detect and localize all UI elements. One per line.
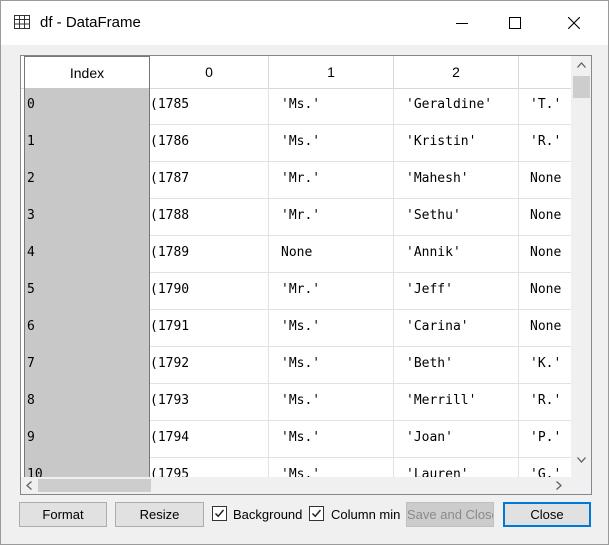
dataframe-table[interactable]: 0 1 2 Index 0 (1785 'Ms.' 'Geraldine' 'T.' 1(…	[20, 55, 592, 495]
close-window-button[interactable]	[551, 1, 597, 45]
table-cell[interactable]: 'Jeff'	[394, 273, 519, 310]
row-index-cell: 3	[27, 208, 35, 223]
column-header-2[interactable]: 2	[394, 56, 519, 88]
column-min-checkbox-label[interactable]: Column min	[331, 507, 400, 522]
table-row[interactable]: 2 (1787 'Mr.' 'Mahesh' None	[21, 162, 571, 199]
table-cell[interactable]: 'P.'	[519, 421, 571, 458]
save-and-close-button: Save and Close	[406, 502, 494, 527]
table-cell[interactable]: 'Mr.'	[269, 162, 394, 199]
resize-button[interactable]: Resize	[115, 502, 204, 527]
vertical-scrollbar[interactable]	[571, 56, 591, 477]
scroll-up-arrow-icon[interactable]	[577, 62, 586, 68]
table-cell[interactable]: 'R.'	[519, 125, 571, 162]
table-cell[interactable]: (1789	[150, 236, 269, 273]
table-cell[interactable]: None	[519, 273, 571, 310]
table-cell[interactable]: 'R.'	[519, 384, 571, 421]
table-cell[interactable]: 'Merrill'	[394, 384, 519, 421]
checkmark-icon	[311, 509, 322, 518]
table-cell[interactable]: 'Ms.'	[269, 421, 394, 458]
table-cell[interactable]: (1788	[150, 199, 269, 236]
table-cell[interactable]: 'Carina'	[394, 310, 519, 347]
table-cell[interactable]: None	[519, 162, 571, 199]
minimize-icon	[456, 23, 468, 24]
scroll-left-arrow-icon[interactable]	[26, 481, 32, 490]
table-cell[interactable]: 'Ms.'	[269, 310, 394, 347]
background-checkbox[interactable]	[212, 506, 227, 521]
table-cell[interactable]: 'T.'	[519, 88, 571, 125]
table-cell[interactable]: (1785	[150, 88, 269, 125]
table-row[interactable]: 1 (1786 'Ms.' 'Kristin' 'R.'	[21, 125, 571, 162]
table-cell[interactable]: 'Beth'	[394, 347, 519, 384]
table-row[interactable]: 6 (1791 'Ms.' 'Carina' None	[21, 310, 571, 347]
table-cell[interactable]: 'Geraldine'	[394, 88, 519, 125]
vertical-scroll-thumb[interactable]	[573, 76, 590, 98]
table-cell[interactable]: (1792	[150, 347, 269, 384]
window-title: df - DataFrame	[40, 14, 141, 31]
table-cell[interactable]: 'Mahesh'	[394, 162, 519, 199]
table-row[interactable]: 8 (1793 'Ms.' 'Merrill' 'R.'	[21, 384, 571, 421]
checkmark-icon	[214, 509, 225, 518]
table-cell[interactable]: (1787	[150, 162, 269, 199]
column-header-0[interactable]: 0	[150, 56, 269, 88]
row-index-cell: 0	[27, 97, 35, 112]
table-cell[interactable]: (1790	[150, 273, 269, 310]
table-cell[interactable]: (1794	[150, 421, 269, 458]
row-index-cell: 2	[27, 171, 35, 186]
table-cell[interactable]: 'Kristin'	[394, 125, 519, 162]
maximize-icon	[509, 17, 521, 29]
row-index-cell: 9	[27, 430, 35, 445]
close-button[interactable]: Close	[503, 502, 591, 527]
row-index-cell: 5	[27, 282, 35, 297]
scroll-down-arrow-icon[interactable]	[577, 457, 586, 463]
table-cell[interactable]: (1791	[150, 310, 269, 347]
table-cell[interactable]: 'K.'	[519, 347, 571, 384]
dataframe-window: df - DataFrame 0 1 2 Index 0 (1785 'Ms.' 'G…	[0, 0, 609, 545]
title-bar[interactable]: df - DataFrame	[1, 1, 608, 45]
scroll-right-arrow-icon[interactable]	[556, 481, 562, 490]
table-cell[interactable]: 'Ms.'	[269, 384, 394, 421]
table-cell[interactable]: 'Sethu'	[394, 199, 519, 236]
table-cell[interactable]: 'Mr.'	[269, 273, 394, 310]
table-row[interactable]: 7 (1792 'Ms.' 'Beth' 'K.'	[21, 347, 571, 384]
index-header[interactable]: Index	[24, 56, 150, 88]
minimize-button[interactable]	[439, 1, 485, 45]
table-cell[interactable]: 'Joan'	[394, 421, 519, 458]
column-header-1[interactable]: 1	[269, 56, 394, 88]
table-cell[interactable]: (1793	[150, 384, 269, 421]
table-row[interactable]: 0 (1785 'Ms.' 'Geraldine' 'T.'	[21, 88, 571, 125]
table-cell[interactable]: 'Ms.'	[269, 347, 394, 384]
table-row[interactable]: 5 (1790 'Mr.' 'Jeff' None	[21, 273, 571, 310]
table-row[interactable]: 4 (1789 None 'Annik' None	[21, 236, 571, 273]
table-cell[interactable]: 'Mr.'	[269, 199, 394, 236]
horizontal-scrollbar[interactable]	[21, 477, 571, 494]
table-cell[interactable]: None	[519, 310, 571, 347]
background-checkbox-label[interactable]: Background	[233, 507, 302, 522]
table-cell[interactable]: None	[519, 236, 571, 273]
table-cell[interactable]: 'Annik'	[394, 236, 519, 273]
row-index-cell: 4	[27, 245, 35, 260]
table-row[interactable]: 9 (1794 'Ms.' 'Joan' 'P.'	[21, 421, 571, 458]
table-cell[interactable]: (1786	[150, 125, 269, 162]
close-icon	[568, 17, 580, 29]
scrollbar-corner	[571, 477, 591, 494]
column-min-checkbox[interactable]	[309, 506, 324, 521]
table-cell[interactable]: None	[269, 236, 394, 273]
maximize-button[interactable]	[492, 1, 538, 45]
table-row[interactable]: 3 (1788 'Mr.' 'Sethu' None	[21, 199, 571, 236]
row-index-cell: 6	[27, 319, 35, 334]
column-header-3[interactable]	[519, 56, 571, 88]
table-cell[interactable]: 'Ms.'	[269, 88, 394, 125]
row-index-cell: 1	[27, 134, 35, 149]
horizontal-scroll-thumb[interactable]	[38, 479, 151, 492]
table-grid-icon	[14, 15, 30, 29]
table-cell[interactable]: 'Ms.'	[269, 125, 394, 162]
row-index-cell: 8	[27, 393, 35, 408]
row-index-cell: 7	[27, 356, 35, 371]
table-cell[interactable]: None	[519, 199, 571, 236]
format-button[interactable]: Format	[19, 502, 107, 527]
